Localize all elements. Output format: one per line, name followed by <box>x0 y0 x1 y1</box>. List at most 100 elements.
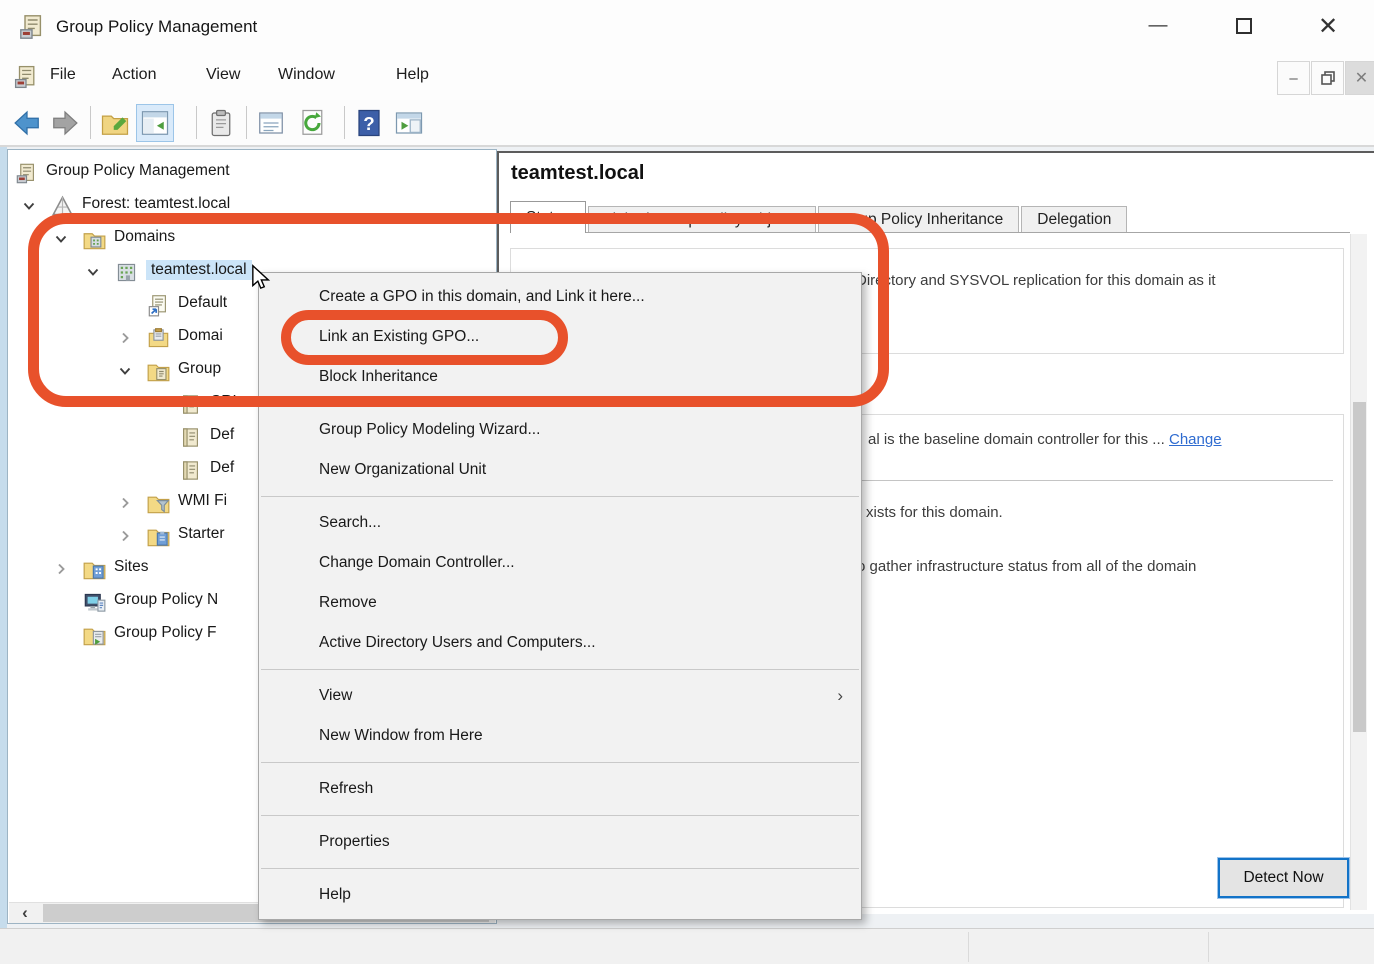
menu-separator <box>261 669 859 670</box>
context-menu-item-help[interactable]: Help <box>259 875 861 915</box>
baseline-dc-text: al is the baseline domain controller for… <box>868 431 1222 448</box>
menu-item-label: Group Policy Modeling Wizard... <box>319 421 540 438</box>
tab-delegation[interactable]: Delegation <box>1021 206 1127 233</box>
title-bar: Group Policy Management — ✕ <box>0 0 1374 55</box>
expand-icon[interactable] <box>53 561 69 577</box>
new-window-icon[interactable] <box>394 108 424 138</box>
tree-item-label: Def <box>210 426 234 444</box>
domain-heading: teamtest.local <box>511 162 644 185</box>
toolbar-separator <box>344 106 345 139</box>
vertical-scrollbar[interactable] <box>1350 234 1367 910</box>
gpm-icon <box>15 162 38 185</box>
close-button[interactable]: ✕ <box>1306 6 1350 46</box>
refresh-icon[interactable] <box>298 108 328 138</box>
export-icon[interactable] <box>100 108 130 138</box>
collapse-icon[interactable] <box>21 198 37 214</box>
annotation-highlight-link-existing-gpo <box>281 310 568 365</box>
context-menu-item-refresh[interactable]: Refresh <box>259 769 861 809</box>
back-icon[interactable] <box>12 108 42 138</box>
tree-item-label: WMI Fi <box>178 492 227 510</box>
menu-help[interactable]: Help <box>396 66 429 84</box>
toolbar-separator <box>90 106 91 139</box>
menu-item-label: Change Domain Controller... <box>319 554 515 571</box>
mdi-restore-button[interactable] <box>1311 61 1344 95</box>
tree-item-label: Group Policy F <box>114 624 217 642</box>
menu-view[interactable]: View <box>206 66 240 84</box>
menu-separator <box>261 868 859 869</box>
minimize-icon: — <box>1149 15 1168 37</box>
status-exists-text: xists for this domain. <box>866 504 1003 521</box>
forward-icon[interactable] <box>50 108 80 138</box>
wmi-icon <box>147 492 170 515</box>
close-icon: ✕ <box>1318 12 1338 41</box>
tree-item-label: Group Policy Management <box>46 162 230 180</box>
menu-item-label: New Window from Here <box>319 727 483 744</box>
expand-icon[interactable] <box>117 528 133 544</box>
tree-item-label: Sites <box>114 558 148 576</box>
modeling-icon <box>83 591 106 614</box>
toolbar-separator <box>196 106 197 139</box>
mdi-close-button[interactable]: ✕ <box>1345 61 1374 95</box>
mouse-cursor-icon <box>247 264 275 292</box>
maximize-icon <box>1236 18 1252 34</box>
tree-item-label: Def <box>210 459 234 477</box>
gather-status-text: o gather infrastructure status from all … <box>857 558 1196 575</box>
window-edge <box>0 147 7 928</box>
context-menu-item-properties[interactable]: Properties <box>259 822 861 862</box>
status-bar-divider <box>968 932 969 962</box>
scroll-left-button[interactable]: ‹ <box>9 903 41 923</box>
submenu-arrow-icon: › <box>837 676 843 716</box>
context-menu-item-active-directory-users-and-computers[interactable]: Active Directory Users and Computers... <box>259 623 861 663</box>
menu-item-label: Properties <box>319 833 390 850</box>
app-icon <box>18 13 46 41</box>
results-icon <box>83 624 106 647</box>
context-menu-item-new-window-from-here[interactable]: New Window from Here <box>259 716 861 756</box>
context-menu-item-change-domain-controller[interactable]: Change Domain Controller... <box>259 543 861 583</box>
scroll-left-icon: ‹ <box>22 903 28 923</box>
menu-separator <box>261 815 859 816</box>
context-menu-item-remove[interactable]: Remove <box>259 583 861 623</box>
maximize-button[interactable] <box>1222 6 1266 46</box>
menu-action[interactable]: Action <box>112 66 156 84</box>
mdi-minimize-button[interactable]: – <box>1277 61 1310 95</box>
paste-icon[interactable] <box>206 108 236 138</box>
tree-item-label: Group Policy N <box>114 591 218 609</box>
change-link[interactable]: Change <box>1169 431 1222 448</box>
window-title: Group Policy Management <box>56 17 257 37</box>
menu-item-label: Remove <box>319 594 377 611</box>
toolbar: ? <box>0 100 1374 147</box>
help-icon[interactable]: ? <box>354 108 384 138</box>
context-menu-item-view[interactable]: View › <box>259 676 861 716</box>
restore-icon <box>1321 71 1335 85</box>
menu-separator <box>261 496 859 497</box>
sites-icon <box>83 558 106 581</box>
context-menu-item-group-policy-modeling-wizard[interactable]: Group Policy Modeling Wizard... <box>259 410 861 450</box>
menu-window[interactable]: Window <box>278 66 335 84</box>
tree-item-label: Forest: teamtest.local <box>82 195 230 213</box>
context-menu-item-new-organizational-unit[interactable]: New Organizational Unit <box>259 450 861 490</box>
menu-item-label: Search... <box>319 514 381 531</box>
mdi-minimize-icon: – <box>1289 70 1297 87</box>
mdi-close-icon: ✕ <box>1355 68 1368 88</box>
expand-icon[interactable] <box>117 495 133 511</box>
tree-item-group-policy-management[interactable]: Group Policy Management <box>8 157 494 190</box>
console-tree-icon[interactable] <box>140 108 170 138</box>
scrollbar-thumb[interactable] <box>1353 402 1366 732</box>
minimize-button[interactable]: — <box>1136 6 1180 46</box>
properties-icon[interactable] <box>256 108 286 138</box>
status-bar-divider <box>1208 932 1209 962</box>
menu-item-label: Help <box>319 886 351 903</box>
starter-icon <box>147 525 170 548</box>
menu-bar: File Action View Window Help – ✕ <box>0 55 1374 100</box>
menu-item-label: New Organizational Unit <box>319 461 486 478</box>
menu-item-label: View <box>319 687 352 704</box>
console-icon <box>13 64 39 90</box>
toolbar-separator <box>246 106 247 139</box>
context-menu-item-search[interactable]: Search... <box>259 503 861 543</box>
detect-now-button[interactable]: Detect Now <box>1218 858 1349 898</box>
gpo-icon <box>179 459 202 482</box>
menu-file[interactable]: File <box>50 66 76 84</box>
status-bar <box>0 928 1374 964</box>
menu-item-label: Refresh <box>319 780 373 797</box>
menu-item-label: Active Directory Users and Computers... <box>319 634 596 651</box>
